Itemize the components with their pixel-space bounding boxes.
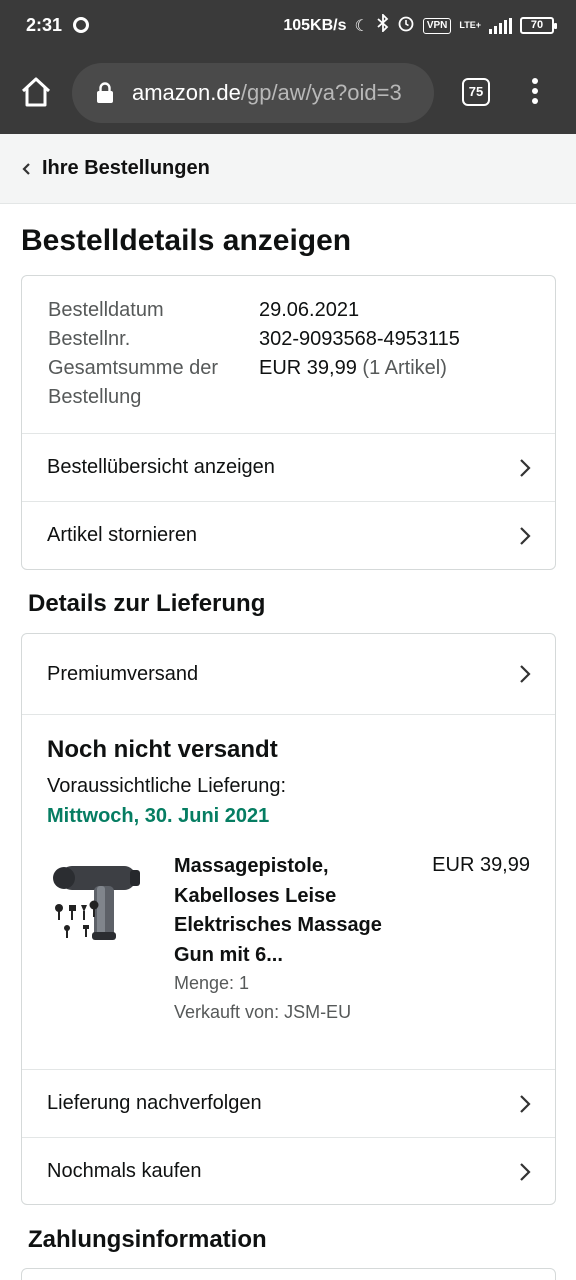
lte-indicator: LTE+ [459,20,481,30]
buy-again-link[interactable]: Nochmals kaufen [22,1137,555,1205]
payment-card [21,1268,556,1280]
summary-key: Gesamtsumme der Bestellung [48,357,219,408]
product-seller: Verkauft von: JSM-EU [174,1002,352,1022]
view-order-summary-link[interactable]: Bestellübersicht anzeigen [22,433,555,501]
back-navigation[interactable]: Ihre Bestellungen [0,134,576,204]
back-label: Ihre Bestellungen [42,157,210,179]
chevron-left-icon [20,162,34,176]
address-bar[interactable]: amazon.de/gp/aw/ya?oid=3 [72,63,434,123]
delivery-card: Premiumversand Noch nicht versandt Vorau… [21,633,556,1205]
chevron-right-icon [519,526,531,546]
link-label: Nochmals kaufen [47,1160,202,1182]
overflow-menu-icon[interactable] [524,78,546,110]
summary-row: Bestelldatum 29.06.2021 [48,296,460,325]
summary-row: Gesamtsumme der Bestellung EUR 39,99 (1 … [48,354,460,412]
chevron-right-icon [519,1162,531,1182]
moon-icon: ☾ [354,17,369,35]
link-label: Lieferung nachverfolgen [47,1092,262,1114]
eta-label: Voraussichtliche Lieferung: [47,775,287,797]
summary-value: 302-9093568-4953115 [259,328,460,350]
network-speed: 105KB/s [283,16,347,34]
tab-switcher-button[interactable]: 75 [462,78,490,106]
shipment-status: Noch nicht versandt [47,736,278,763]
url-text: amazon.de/gp/aw/ya?oid=3 [132,80,402,105]
status-time: 2:31 [26,15,63,35]
link-label: Bestellübersicht anzeigen [47,456,275,478]
link-label: Artikel stornieren [47,524,198,546]
browser-toolbar: amazon.de/gp/aw/ya?oid=3 75 [0,52,576,134]
product-quantity: Menge: 1 [174,973,250,993]
item-count: (1 Artikel) [362,357,447,379]
status-icons: 105KB/s ☾ VPN LTE+ 70 [283,12,557,37]
order-summary-card: Bestelldatum 29.06.2021 Bestellnr. 302-9… [21,275,556,570]
summary-row: Bestellnr. 302-9093568-4953115 [48,325,460,354]
lock-icon [96,82,114,104]
status-bar: 2:31 105KB/s ☾ VPN LTE+ 70 [0,0,576,52]
summary-key: Bestelldatum [48,299,164,321]
shipping-method-link[interactable]: Premiumversand [22,634,555,714]
shipping-method: Premiumversand [47,662,199,685]
order-summary: Bestelldatum 29.06.2021 Bestellnr. 302-9… [48,296,460,412]
eta-date: Mittwoch, 30. Juni 2021 [47,805,270,827]
product-title-link[interactable]: Massagepistole, Kabelloses Leise Elektri… [174,852,409,970]
delivery-section-title: Details zur Lieferung [28,590,266,617]
vpn-badge: VPN [422,17,452,34]
chevron-right-icon [519,458,531,478]
alarm-icon [397,14,415,37]
page-title: Bestelldetails anzeigen [21,224,352,257]
payment-section-title: Zahlungsinformation [28,1226,267,1253]
summary-value: 29.06.2021 [259,299,360,321]
product-price: EUR 39,99 [432,854,530,876]
track-package-link[interactable]: Lieferung nachverfolgen [22,1069,555,1137]
divider [22,714,555,715]
bluetooth-icon [377,12,389,37]
cancel-items-link[interactable]: Artikel stornieren [22,501,555,569]
battery-icon: 70 [520,17,557,34]
summary-value: EUR 39,99 (1 Artikel) [259,357,447,379]
home-icon[interactable] [18,74,54,110]
chevron-right-icon [519,664,531,684]
signal-icon [489,17,512,34]
summary-key: Bestellnr. [48,328,131,350]
chevron-right-icon [519,1094,531,1114]
notification-icon [73,17,89,33]
product-image[interactable] [50,856,154,956]
